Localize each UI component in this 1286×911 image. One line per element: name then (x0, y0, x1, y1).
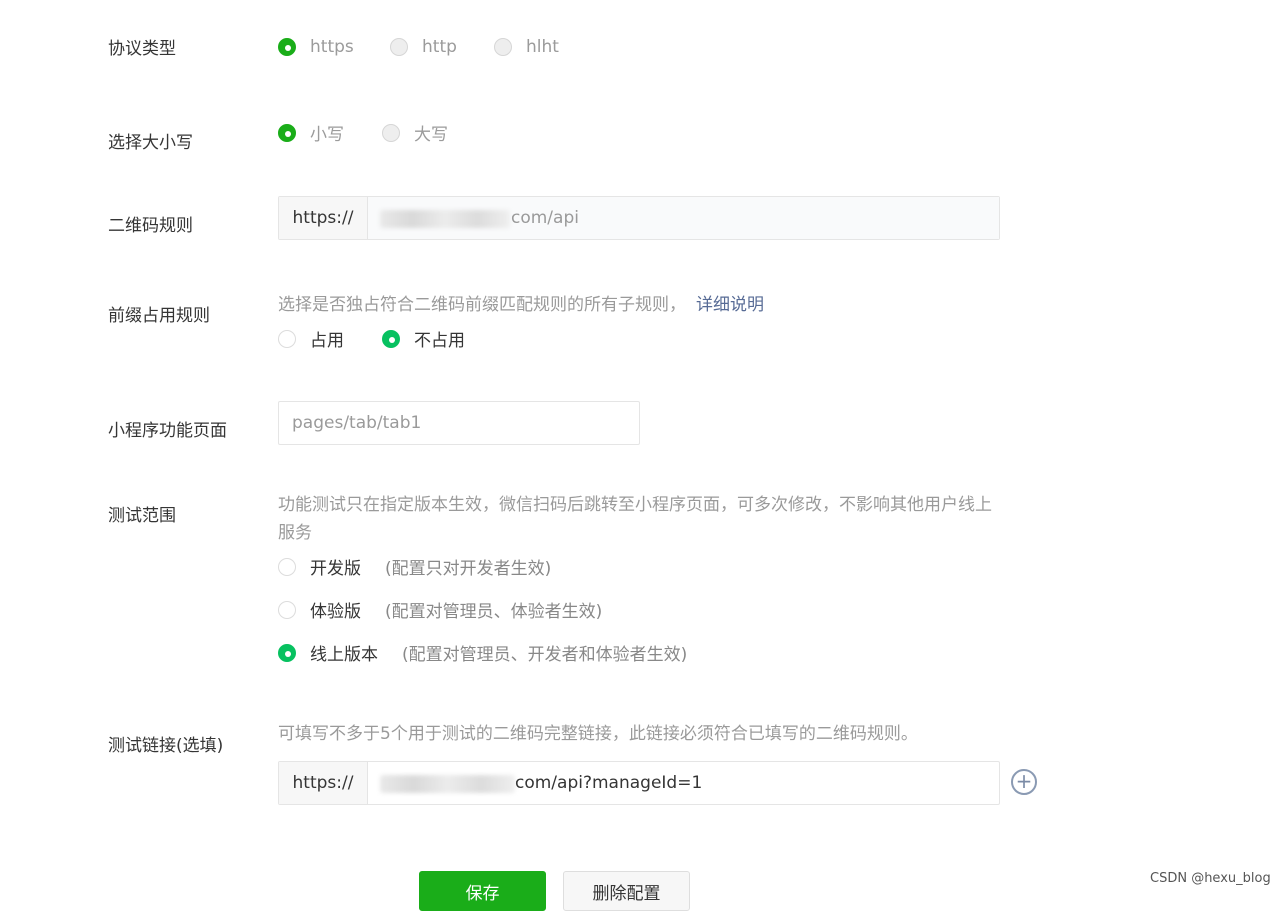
watermark: CSDN @hexu_blog (1150, 871, 1271, 886)
test-link-label: 测试链接(选填) (108, 736, 224, 756)
radio-http[interactable]: http (390, 37, 457, 57)
radio-note: (配置只对开发者生效) (385, 559, 552, 579)
qr-rule-input-group: https:// com/api (278, 196, 1000, 240)
radio-checked-icon (278, 123, 296, 142)
plus-circle-icon[interactable]: + (1011, 769, 1037, 795)
test-link-input-group: https:// com/api?manageId=1 (278, 761, 1000, 805)
test-link-field[interactable]: com/api?manageId=1 (368, 762, 999, 804)
radio-unchecked-icon (278, 329, 296, 348)
redacted-mask (380, 210, 510, 228)
prefix-rule-label: 前缀占用规则 (108, 306, 210, 326)
radio-label: https (310, 37, 354, 57)
test-link-value: com/api?manageId=1 (515, 773, 703, 793)
test-link-prefix: https:// (279, 762, 368, 804)
protocol-label: 协议类型 (108, 39, 176, 59)
radio-label: 占用 (310, 331, 344, 351)
test-scope-hint: 功能测试只在指定版本生效，微信扫码后跳转至小程序页面，可多次修改，不影响其他用户… (278, 495, 992, 543)
qr-rule-label: 二维码规则 (108, 216, 193, 236)
page-path-placeholder: pages/tab/tab1 (292, 413, 422, 433)
radio-unchecked-icon (494, 38, 512, 56)
radio-label: 大写 (414, 125, 448, 145)
radio-occupy[interactable]: 占用 (278, 326, 344, 351)
radio-not-occupy[interactable]: 不占用 (382, 326, 465, 351)
radio-note: (配置对管理员、体验者生效) (385, 602, 603, 622)
radio-label: 线上版本 (310, 645, 378, 665)
radio-label: hlht (526, 37, 559, 57)
radio-trial-version[interactable]: 体验版 (配置对管理员、体验者生效) (278, 597, 602, 622)
page-label: 小程序功能页面 (108, 421, 227, 441)
radio-checked-icon (278, 643, 296, 662)
test-link-hint: 可填写不多于5个用于测试的二维码完整链接，此链接必须符合已填写的二维码规则。 (278, 724, 918, 744)
radio-online-version[interactable]: 线上版本 (配置对管理员、开发者和体验者生效) (278, 640, 687, 665)
radio-unchecked-icon (278, 557, 296, 576)
radio-unchecked-icon (382, 123, 400, 142)
case-label: 选择大小写 (108, 133, 193, 153)
qr-rule-value: com/api (511, 208, 579, 228)
radio-uppercase[interactable]: 大写 (382, 120, 448, 145)
radio-label: http (422, 37, 457, 57)
qr-rule-field[interactable]: com/api (368, 197, 999, 239)
radio-checked-icon (382, 329, 400, 348)
radio-unchecked-icon (390, 38, 408, 56)
radio-checked-icon (278, 38, 296, 56)
radio-note: (配置对管理员、开发者和体验者生效) (402, 645, 688, 665)
save-button[interactable]: 保存 (419, 871, 546, 911)
test-scope-label: 测试范围 (108, 506, 176, 526)
radio-lowercase[interactable]: 小写 (278, 120, 344, 145)
radio-label: 不占用 (414, 331, 465, 351)
radio-https[interactable]: https (278, 37, 354, 57)
page-path-input[interactable]: pages/tab/tab1 (278, 401, 640, 445)
radio-label: 体验版 (310, 602, 361, 622)
detail-link[interactable]: 详细说明 (696, 295, 764, 315)
radio-hlht[interactable]: hlht (494, 37, 559, 57)
radio-label: 开发版 (310, 559, 361, 579)
redacted-mask (380, 775, 515, 793)
radio-label: 小写 (310, 125, 344, 145)
hint-text: 选择是否独占符合二维码前缀匹配规则的所有子规则， (278, 295, 686, 315)
prefix-rule-hint: 选择是否独占符合二维码前缀匹配规则的所有子规则， 详细说明 (278, 291, 764, 319)
radio-unchecked-icon (278, 600, 296, 619)
qr-rule-prefix: https:// (279, 197, 368, 239)
radio-dev-version[interactable]: 开发版 (配置只对开发者生效) (278, 554, 551, 579)
delete-config-button[interactable]: 删除配置 (563, 871, 690, 911)
